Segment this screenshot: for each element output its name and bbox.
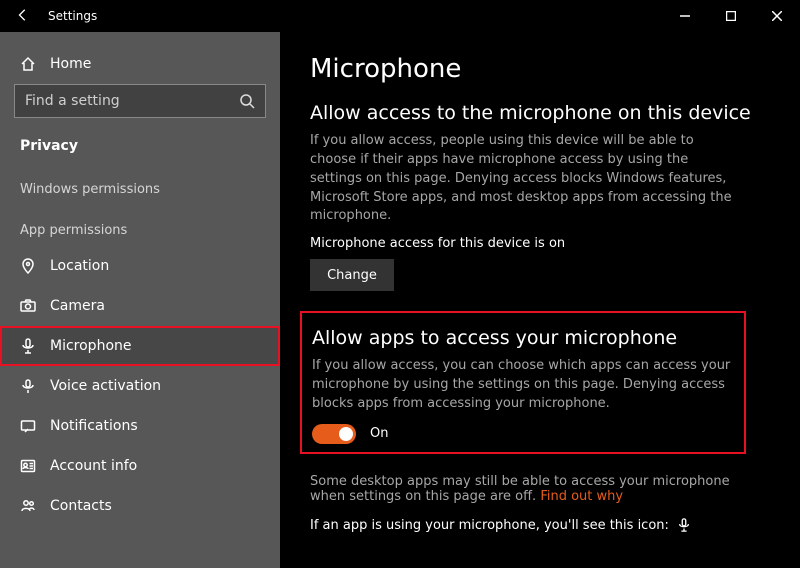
sidebar-group-windows-permissions: Windows permissions bbox=[0, 164, 280, 205]
sidebar-home-label: Home bbox=[50, 56, 91, 72]
maximize-button[interactable] bbox=[708, 0, 754, 32]
toggle-knob bbox=[339, 427, 353, 441]
minimize-button[interactable] bbox=[662, 0, 708, 32]
iconline-text: If an app is using your microphone, you'… bbox=[310, 518, 669, 533]
toggle-label: On bbox=[370, 426, 388, 441]
sidebar-item-location[interactable]: Location bbox=[0, 246, 280, 286]
microphone-icon bbox=[677, 518, 691, 532]
sidebar-item-label: Location bbox=[50, 258, 109, 274]
sidebar-category: Privacy bbox=[0, 128, 280, 164]
section-device-access: Allow access to the microphone on this d… bbox=[310, 102, 770, 291]
sidebar-item-voice-activation[interactable]: Voice activation bbox=[0, 366, 280, 406]
find-out-why-link[interactable]: Find out why bbox=[540, 489, 623, 504]
sidebar-item-label: Contacts bbox=[50, 498, 112, 514]
section-heading: Allow apps to access your microphone bbox=[312, 327, 734, 349]
sidebar-item-label: Notifications bbox=[50, 418, 138, 434]
sidebar-item-notifications[interactable]: Notifications bbox=[0, 406, 280, 446]
sidebar-item-label: Account info bbox=[50, 458, 137, 474]
home-icon bbox=[20, 56, 36, 72]
sidebar-item-label: Voice activation bbox=[50, 378, 161, 394]
section-body: If you allow access, you can choose whic… bbox=[312, 357, 734, 414]
search-icon bbox=[239, 93, 255, 109]
location-icon bbox=[20, 258, 36, 274]
close-button[interactable] bbox=[754, 0, 800, 32]
voice-activation-icon bbox=[20, 378, 36, 394]
content-area: Microphone Allow access to the microphon… bbox=[280, 32, 800, 568]
note-text: Some desktop apps may still be able to a… bbox=[310, 474, 730, 504]
contacts-icon bbox=[20, 498, 36, 514]
page-title: Microphone bbox=[310, 54, 770, 84]
sidebar-item-account-info[interactable]: Account info bbox=[0, 446, 280, 486]
sidebar-item-label: Microphone bbox=[50, 338, 132, 354]
sidebar-group-app-permissions: App permissions bbox=[0, 205, 280, 246]
desktop-apps-note: Some desktop apps may still be able to a… bbox=[310, 474, 740, 504]
notifications-icon bbox=[20, 418, 36, 434]
section-heading: Allow access to the microphone on this d… bbox=[310, 102, 770, 124]
sidebar-home[interactable]: Home bbox=[0, 46, 280, 84]
back-button[interactable] bbox=[16, 7, 30, 26]
titlebar: Settings bbox=[0, 0, 800, 32]
mic-in-use-note: If an app is using your microphone, you'… bbox=[310, 518, 770, 533]
section-body: If you allow access, people using this d… bbox=[310, 132, 740, 226]
sidebar-item-label: Camera bbox=[50, 298, 105, 314]
microphone-icon bbox=[20, 338, 36, 354]
change-button[interactable]: Change bbox=[310, 259, 394, 291]
window-title: Settings bbox=[48, 9, 97, 23]
sidebar: Home Privacy Windows permissions App per… bbox=[0, 32, 280, 568]
sidebar-item-microphone[interactable]: Microphone bbox=[0, 326, 280, 366]
camera-icon bbox=[20, 298, 36, 314]
device-access-status: Microphone access for this device is on bbox=[310, 236, 770, 251]
sidebar-item-contacts[interactable]: Contacts bbox=[0, 486, 280, 526]
section-app-access: Allow apps to access your microphone If … bbox=[300, 311, 746, 454]
account-info-icon bbox=[20, 458, 36, 474]
app-access-toggle[interactable] bbox=[312, 424, 356, 444]
search-box[interactable] bbox=[14, 84, 266, 118]
search-input[interactable] bbox=[25, 93, 239, 109]
sidebar-item-camera[interactable]: Camera bbox=[0, 286, 280, 326]
